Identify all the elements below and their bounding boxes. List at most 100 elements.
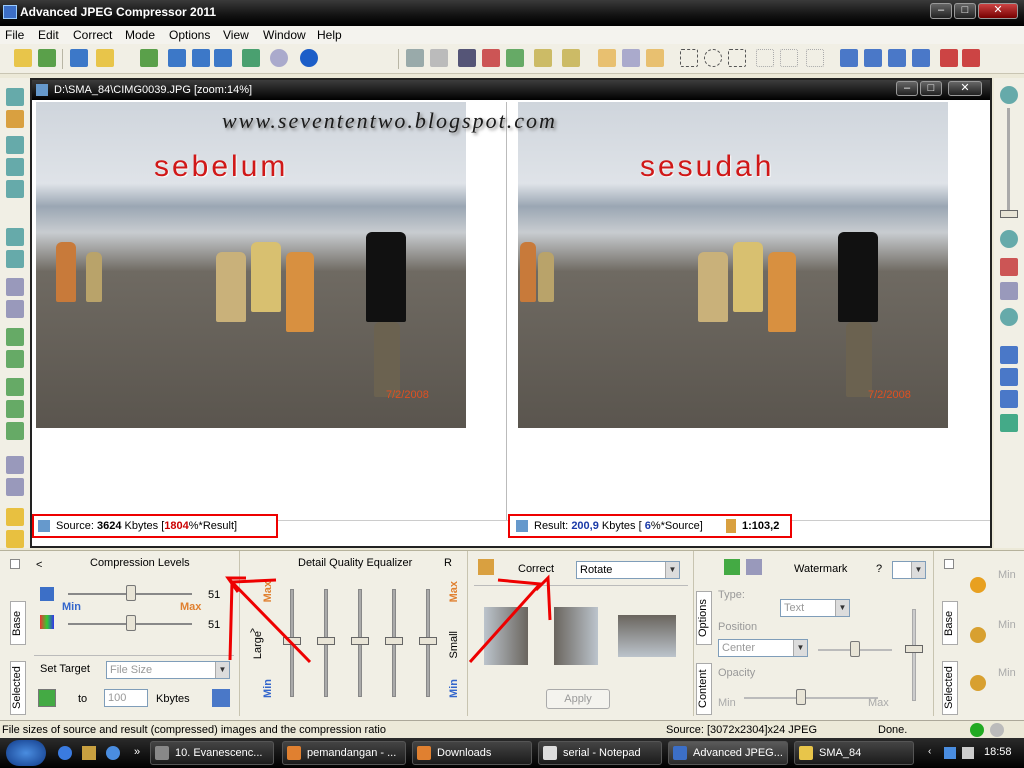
zoom-tool-icon[interactable]: [6, 88, 24, 106]
menu-help[interactable]: Help: [317, 28, 342, 42]
rotate-right-thumb[interactable]: [554, 607, 598, 665]
levels-3-icon[interactable]: [6, 422, 24, 440]
edit-pencil-icon[interactable]: [534, 49, 552, 67]
view-list-icon[interactable]: [1000, 368, 1018, 386]
rotate-left-thumb[interactable]: [484, 607, 528, 665]
equalizer-r[interactable]: R: [444, 557, 452, 569]
circle-2-icon[interactable]: [970, 675, 986, 691]
quicklaunch-chevron[interactable]: »: [134, 746, 140, 758]
doc-maximize-button[interactable]: □: [920, 81, 942, 96]
zoom-out-icon[interactable]: [1000, 230, 1018, 248]
layout-1-icon[interactable]: [840, 49, 858, 67]
layout-3-icon[interactable]: [888, 49, 906, 67]
zoom-slider-knob[interactable]: [1000, 210, 1018, 218]
compression-collapse[interactable]: <: [36, 559, 42, 571]
right-tab-base[interactable]: Base: [942, 601, 958, 645]
menu-mode[interactable]: Mode: [125, 28, 155, 42]
window-cascade-icon[interactable]: [406, 49, 424, 67]
copy-icon[interactable]: [140, 49, 158, 67]
watermark-help[interactable]: ?: [876, 563, 882, 575]
levels-2-icon[interactable]: [6, 400, 24, 418]
save-icon[interactable]: [70, 49, 88, 67]
menu-view[interactable]: View: [223, 28, 249, 42]
select-add-icon[interactable]: [756, 49, 774, 67]
circle-1-icon[interactable]: [970, 627, 986, 643]
pause-icon[interactable]: [970, 577, 986, 593]
refresh-icon[interactable]: [1000, 414, 1018, 432]
task-advanced-jpeg[interactable]: Advanced JPEG...: [668, 741, 788, 765]
lightning-icon[interactable]: [6, 508, 24, 526]
save-edit-icon[interactable]: [192, 49, 210, 67]
eq-slider-3[interactable]: [351, 637, 369, 645]
watermark-preset-select[interactable]: ▼: [892, 561, 926, 579]
target-go-icon[interactable]: [212, 689, 230, 707]
compression-slider-2[interactable]: [126, 615, 136, 631]
tool-6-icon[interactable]: [6, 228, 24, 246]
fit-icon[interactable]: [1000, 258, 1018, 276]
help-icon[interactable]: [300, 49, 318, 67]
compression-slider-1[interactable]: [126, 585, 136, 601]
opacity-slider[interactable]: [796, 689, 806, 705]
batch-folder-icon[interactable]: [96, 49, 114, 67]
tool-7-icon[interactable]: [6, 250, 24, 268]
task-downloads[interactable]: Downloads: [412, 741, 532, 765]
resize-icon[interactable]: [482, 49, 500, 67]
rotate-180-thumb[interactable]: [618, 615, 676, 657]
view-single-icon[interactable]: [1000, 390, 1018, 408]
preview-eye-icon[interactable]: [506, 49, 524, 67]
tab-content[interactable]: Content: [696, 663, 712, 715]
doc-minimize-button[interactable]: –: [896, 81, 918, 96]
position-slider[interactable]: [850, 641, 860, 657]
compression-enable-checkbox[interactable]: [10, 559, 20, 569]
menu-file[interactable]: File: [5, 28, 24, 42]
tab-selected[interactable]: Selected: [10, 661, 26, 715]
tool-3-icon[interactable]: [6, 136, 24, 154]
menu-window[interactable]: Window: [263, 28, 306, 42]
actual-size-icon[interactable]: [1000, 282, 1018, 300]
media-player-icon[interactable]: [106, 746, 120, 760]
layout-5-icon[interactable]: [940, 49, 958, 67]
select-clear-icon[interactable]: [806, 49, 824, 67]
send-icon[interactable]: [242, 49, 260, 67]
tab-options[interactable]: Options: [696, 591, 712, 645]
layout-2-icon[interactable]: [864, 49, 882, 67]
window-tile-icon[interactable]: [430, 49, 448, 67]
eq-slider-5[interactable]: [419, 637, 437, 645]
quicklaunch-2-icon[interactable]: [82, 746, 96, 760]
result-pane[interactable]: sesudah 7/2/2008: [518, 102, 984, 520]
close-button[interactable]: ✕: [978, 3, 1018, 19]
ellipse-select-icon[interactable]: [704, 49, 722, 67]
task-notepad[interactable]: serial - Notepad: [538, 741, 662, 765]
tab-base[interactable]: Base: [10, 601, 26, 645]
edit-note-icon[interactable]: [562, 49, 580, 67]
doc-close-button[interactable]: ✕: [948, 81, 982, 96]
histogram-2-icon[interactable]: [6, 350, 24, 368]
tray-network-icon[interactable]: [944, 747, 956, 759]
save-as-icon[interactable]: [168, 49, 186, 67]
task-evanescence[interactable]: 10. Evanescenc...: [150, 741, 274, 765]
zoom-in-icon[interactable]: [1000, 86, 1018, 104]
select-sub-icon[interactable]: [780, 49, 798, 67]
task-pemandangan[interactable]: pemandangan - ...: [282, 741, 406, 765]
apply-target-icon[interactable]: [38, 689, 56, 707]
crop-icon[interactable]: [458, 49, 476, 67]
type-select[interactable]: Text ▼: [780, 599, 850, 617]
start-button[interactable]: [6, 740, 46, 766]
watermark-size-slider[interactable]: [905, 645, 923, 653]
layout-6-icon[interactable]: [962, 49, 980, 67]
apply-button[interactable]: Apply: [546, 689, 610, 709]
menu-edit[interactable]: Edit: [38, 28, 59, 42]
tray-volume-icon[interactable]: [962, 747, 974, 759]
select-hand-icon[interactable]: [622, 49, 640, 67]
source-pane[interactable]: sebelum 7/2/2008: [36, 102, 502, 520]
open-folder-icon[interactable]: [14, 49, 32, 67]
clock[interactable]: 18:58: [984, 746, 1012, 758]
tool-4-icon[interactable]: [6, 158, 24, 176]
grid-2-icon[interactable]: [6, 478, 24, 496]
right-tab-selected[interactable]: Selected: [942, 661, 958, 715]
menu-correct[interactable]: Correct: [73, 28, 112, 42]
target-value-input[interactable]: 100: [104, 689, 148, 707]
tool-5-icon[interactable]: [6, 180, 24, 198]
maximize-button[interactable]: □: [954, 3, 976, 19]
eq-slider-4[interactable]: [385, 637, 403, 645]
